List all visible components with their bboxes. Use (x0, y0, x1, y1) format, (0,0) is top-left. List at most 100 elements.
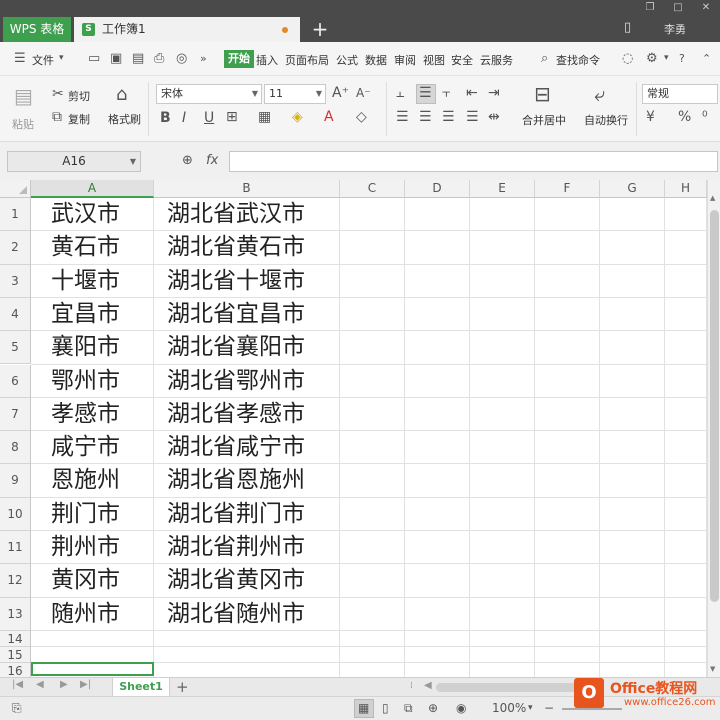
cell-b3[interactable]: 湖北省十堰市 (167, 265, 305, 298)
cell-b10[interactable]: 湖北省荆门市 (167, 498, 305, 531)
percent-button[interactable]: % (678, 109, 691, 125)
menu-insert[interactable]: 插入 (256, 52, 278, 68)
scroll-left-icon[interactable]: ◀ (424, 680, 432, 691)
cell-a4[interactable]: 宜昌市 (51, 298, 120, 331)
indent-decrease-icon[interactable]: ⇤ (466, 85, 478, 101)
chevron-down-icon[interactable]: ▾ (59, 53, 64, 63)
paste-icon[interactable]: ▤ (14, 84, 33, 108)
save-icon[interactable]: ▣ (110, 51, 122, 66)
row-header-6[interactable]: 6 (0, 364, 31, 398)
cell-b9[interactable]: 湖北省恩施州 (167, 464, 305, 497)
search-command[interactable]: 查找命令 (556, 52, 600, 68)
cell-a5[interactable]: 襄阳市 (51, 331, 120, 364)
menu-cloud[interactable]: 云服务 (480, 52, 513, 68)
macro-icon[interactable]: ⎘ (12, 701, 22, 716)
gear-icon[interactable]: ⚙ (646, 51, 658, 66)
cell-b1[interactable]: 湖北省武汉市 (167, 198, 305, 231)
column-header-f[interactable]: F (535, 180, 600, 198)
menu-security[interactable]: 安全 (451, 52, 473, 68)
cell-b13[interactable]: 湖北省随州市 (167, 598, 305, 631)
scroll-up-icon[interactable]: ▲ (710, 194, 715, 202)
font-color-icon[interactable]: A (324, 109, 334, 125)
align-right-icon[interactable]: ☰ (442, 109, 455, 125)
first-sheet-icon[interactable]: |◀ (12, 679, 23, 690)
zoom-formula-icon[interactable]: ⊕ (182, 153, 193, 168)
font-size-select[interactable]: 11 ▼ (264, 84, 326, 104)
cell-a2[interactable]: 黄石市 (51, 231, 120, 264)
vertical-scrollbar[interactable]: ▲ ▼ (707, 180, 720, 677)
scissors-icon[interactable]: ✂ (52, 86, 64, 102)
indent-increase-icon[interactable]: ⇥ (488, 85, 500, 101)
row-header-1[interactable]: 1 (0, 198, 31, 232)
currency-icon[interactable]: ¥ (646, 109, 655, 125)
open-folder-icon[interactable]: ▭ (88, 51, 100, 66)
eraser-icon[interactable]: ◇ (356, 109, 367, 125)
hamburger-icon[interactable]: ☰ (14, 51, 26, 66)
cell-a6[interactable]: 鄂州市 (51, 365, 120, 398)
row-header-3[interactable]: 3 (0, 264, 31, 298)
menu-file[interactable]: 文件 (32, 52, 54, 68)
row-header-5[interactable]: 5 (0, 331, 31, 365)
decrease-font-icon[interactable]: A⁻ (356, 86, 371, 100)
increase-font-icon[interactable]: A⁺ (332, 85, 349, 101)
cell-a12[interactable]: 黄冈市 (51, 564, 120, 597)
menu-start[interactable]: 开始 (224, 50, 254, 68)
cell-a11[interactable]: 荆州市 (51, 531, 120, 564)
bold-button[interactable]: B (160, 110, 171, 126)
menu-view[interactable]: 视图 (423, 52, 445, 68)
row-header-12[interactable]: 12 (0, 564, 31, 598)
active-cell-a16[interactable] (31, 661, 154, 676)
more-icon[interactable]: » (200, 52, 207, 65)
row-header-14[interactable]: 14 (0, 630, 31, 647)
reading-view-icon[interactable]: ⊕ (428, 701, 438, 715)
cell-a8[interactable]: 咸宁市 (51, 431, 120, 464)
column-header-d[interactable]: D (405, 180, 470, 198)
export-pdf-icon[interactable]: ▤ (132, 51, 144, 66)
search-icon[interactable]: ⌕ (541, 51, 548, 66)
merge-center-icon[interactable]: ⊟ (534, 82, 551, 106)
column-header-b[interactable]: B (154, 180, 340, 198)
eye-protection-icon[interactable]: ◉ (456, 701, 466, 715)
zoom-level[interactable]: 100% (492, 701, 526, 715)
row-header-11[interactable]: 11 (0, 531, 31, 565)
app-tab[interactable]: WPS 表格 (3, 17, 71, 42)
zoom-out-icon[interactable]: − (544, 701, 554, 715)
menu-review[interactable]: 审阅 (394, 52, 416, 68)
cell-a13[interactable]: 随州市 (51, 598, 120, 631)
cell-a9[interactable]: 恩施州 (51, 464, 120, 497)
vertical-scroll-thumb[interactable] (710, 210, 719, 602)
user-name[interactable]: 李勇 (664, 21, 686, 37)
scroll-down-icon[interactable]: ▼ (710, 665, 715, 673)
column-header-c[interactable]: C (340, 180, 405, 198)
cell-b7[interactable]: 湖北省孝感市 (167, 398, 305, 431)
merge-center-button[interactable]: 合并居中 (522, 112, 566, 128)
distributed-icon[interactable]: ⇹ (488, 109, 500, 125)
row-header-7[interactable]: 7 (0, 397, 31, 432)
sheet-tab-sheet1[interactable]: Sheet1 (112, 678, 170, 697)
comment-icon[interactable]: ◌ (622, 51, 633, 66)
cells-area[interactable]: 武汉市 黄石市 十堰市 宜昌市 襄阳市 鄂州市 孝感市 咸宁市 恩施州 荆门市 荆州市 黄冈市 随州市 湖… (31, 198, 707, 677)
align-center-icon[interactable]: ☰ (419, 109, 432, 125)
new-tab-button[interactable]: + (308, 18, 332, 42)
fill-color-icon[interactable]: ◈ (292, 109, 303, 125)
cell-a7[interactable]: 孝感市 (51, 398, 120, 431)
row-header-13[interactable]: 13 (0, 597, 31, 631)
fx-button[interactable]: fx (206, 153, 218, 168)
last-sheet-icon[interactable]: ▶| (80, 679, 91, 690)
row-header-15[interactable]: 15 (0, 646, 31, 663)
border-icon[interactable]: ⊞ (226, 109, 238, 125)
split-view-icon[interactable]: ⧉ (404, 701, 413, 716)
underline-button[interactable]: U (204, 110, 214, 126)
copy-button[interactable]: 复制 (68, 111, 90, 127)
page-view-icon[interactable]: ▯ (382, 701, 389, 715)
cell-b6[interactable]: 湖北省鄂州市 (167, 365, 305, 398)
next-sheet-icon[interactable]: ▶ (60, 679, 68, 690)
row-header-2[interactable]: 2 (0, 231, 31, 265)
chevron-down-icon[interactable]: ▾ (528, 703, 533, 713)
chevron-down-icon[interactable]: ▾ (664, 53, 669, 63)
print-preview-icon[interactable]: ◎ (176, 51, 187, 66)
cell-b2[interactable]: 湖北省黄石市 (167, 231, 305, 264)
close-icon[interactable]: ✕ (692, 0, 720, 16)
row-header-8[interactable]: 8 (0, 431, 31, 465)
cut-button[interactable]: 剪切 (68, 88, 90, 104)
